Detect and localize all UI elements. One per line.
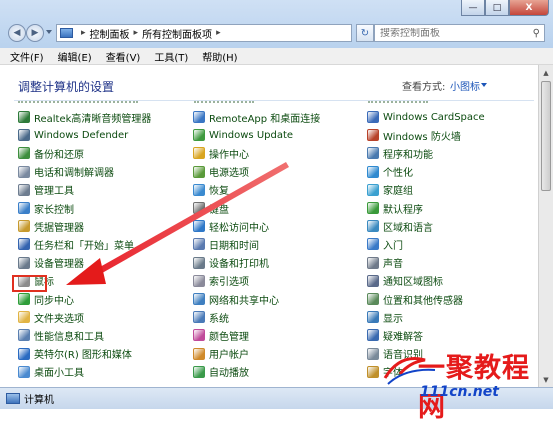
arrow-head <box>66 258 106 285</box>
watermark-url: 111cn.net <box>420 384 499 400</box>
arrow-shaft <box>84 162 289 281</box>
